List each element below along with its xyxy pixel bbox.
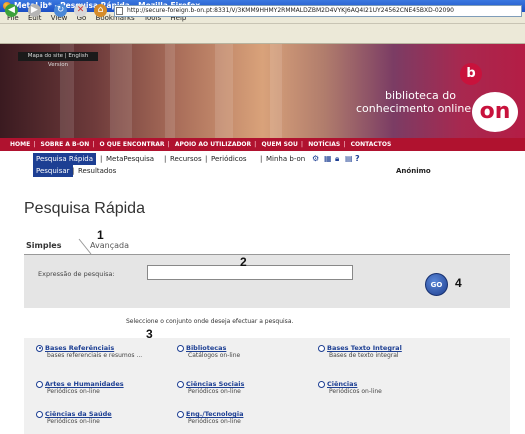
option-desc: Periódicos on-line (47, 418, 100, 425)
option-title[interactable]: Bases Texto Integral (327, 344, 402, 352)
tab-avancada[interactable]: Avançada (90, 241, 129, 250)
option-desc: Periódicos on-line (188, 418, 241, 425)
nav-apoio[interactable]: APOIO AO UTILIZADOR (175, 141, 251, 148)
radio-icon[interactable] (177, 344, 184, 352)
b-on-logo-on: on (472, 92, 518, 132)
navigation-toolbar (0, 24, 525, 44)
option-ciencias[interactable]: Ciências Periódicos on-line (318, 380, 468, 395)
marker-1: 1 (97, 228, 104, 242)
option-title[interactable]: Ciências Sociais (186, 380, 244, 388)
option-desc: Periódicos on-line (329, 388, 382, 395)
sub-nav: Pesquisa Rápida | MetaPesquisa | Recurso… (0, 153, 525, 165)
radio-icon[interactable] (36, 380, 43, 388)
nav-home[interactable]: HOME (10, 141, 30, 148)
subnav-separator: | (72, 167, 75, 175)
page-icon (116, 7, 123, 15)
radio-icon[interactable] (36, 410, 43, 418)
option-desc: Catálogos on-line (188, 352, 241, 359)
main-nav: HOME | SOBRE A B-ON | O QUE ENCONTRAR | APO… (0, 138, 525, 151)
user-name: Anónimo (396, 167, 431, 175)
help-icon[interactable]: ? (355, 153, 360, 165)
subnav-metapesquisa[interactable]: MetaPesquisa (106, 153, 154, 165)
select-prompt: Seleccione o conjunto onde deseja efectu… (126, 318, 294, 325)
forward-arrow-icon[interactable]: ▶ (28, 4, 41, 17)
radio-icon[interactable] (318, 380, 325, 388)
option-title[interactable]: Bibliotecas (186, 344, 226, 352)
radio-icon[interactable] (177, 380, 184, 388)
radio-icon[interactable] (318, 344, 325, 352)
option-ciencias-saude[interactable]: Ciências da Saúde Periódicos on-line (36, 410, 186, 425)
option-title[interactable]: Artes e Humanidades (45, 380, 124, 388)
sub-nav-2: Pesquisar | Resultados Anónimo (0, 165, 525, 177)
option-desc: bases referenciais e resumos ... (47, 352, 143, 359)
lock-icon[interactable]: 🔒︎ (335, 153, 339, 165)
nav-noticias[interactable]: NOTÍCIAS (308, 141, 340, 148)
option-eng-tecnologia[interactable]: Eng./Tecnologia Periódicos on-line (177, 410, 327, 425)
nav-o-que-encontrar[interactable]: O QUE ENCONTRAR (100, 141, 165, 148)
b-on-logo-b: b (460, 63, 482, 85)
search-input[interactable] (147, 265, 353, 280)
logo-line1: biblioteca do (385, 89, 456, 102)
tab-simples[interactable]: Simples (26, 241, 62, 250)
subnav-resultados[interactable]: Resultados (78, 165, 116, 177)
sitemap-language-link[interactable]: Mapa do site | English Version (18, 52, 98, 68)
page-title: Pesquisa Rápida (24, 200, 145, 217)
option-ciencias-sociais[interactable]: Ciências Sociais Periódicos on-line (177, 380, 327, 395)
option-title[interactable]: Ciências da Saúde (45, 410, 112, 418)
basket-icon[interactable]: ▤ (345, 153, 353, 165)
option-title[interactable]: Eng./Tecnologia (186, 410, 243, 418)
radio-icon[interactable] (177, 410, 184, 418)
options-panel: Bases Referênciais bases referenciais e … (24, 338, 510, 434)
go-button[interactable]: GO (425, 273, 448, 296)
subnav-separator: | (205, 155, 208, 163)
option-title[interactable]: Ciências (327, 380, 357, 388)
subnav-separator: | (260, 155, 263, 163)
option-desc: Bases de texto integral (329, 352, 399, 359)
preferences-icon[interactable]: ⚙ (312, 153, 319, 165)
subnav-minha-bon[interactable]: Minha b-on (266, 153, 305, 165)
subnav-separator: | (100, 155, 103, 163)
search-label: Expressão de pesquisa: (38, 270, 115, 278)
option-desc: Periódicos on-line (188, 388, 241, 395)
subnav-pesquisar[interactable]: Pesquisar (33, 165, 73, 177)
back-arrow-icon[interactable]: ◀ (5, 4, 18, 17)
logo-line2: conhecimento online (356, 102, 472, 115)
nav-contactos[interactable]: CONTACTOS (351, 141, 392, 148)
stop-icon[interactable]: ✕ (74, 4, 87, 17)
nav-quem-sou[interactable]: QUEM SOU (261, 141, 297, 148)
subnav-separator: | (164, 155, 167, 163)
option-artes-humanidades[interactable]: Artes e Humanidades Periódicos on-line (36, 380, 186, 395)
subnav-pesquisa-rapida[interactable]: Pesquisa Rápida (33, 153, 97, 165)
option-desc: Periódicos on-line (47, 388, 100, 395)
marker-2: 2 (240, 255, 247, 269)
nav-sobre[interactable]: SOBRE A B-ON (41, 141, 90, 148)
radio-selected-icon[interactable] (36, 344, 43, 352)
option-bibliotecas[interactable]: Bibliotecas Catálogos on-line (177, 344, 327, 359)
marker-4: 4 (455, 276, 462, 290)
reload-icon[interactable]: ↻ (54, 4, 67, 17)
history-icon[interactable]: ▦ (324, 153, 332, 165)
option-bases-texto-integral[interactable]: Bases Texto Integral Bases de texto inte… (318, 344, 468, 359)
option-bases-referenciais[interactable]: Bases Referênciais bases referenciais e … (36, 344, 186, 359)
home-icon[interactable]: ⌂ (94, 4, 107, 17)
subnav-recursos[interactable]: Recursos (170, 153, 202, 165)
option-title[interactable]: Bases Referênciais (45, 344, 114, 352)
url-bar[interactable]: http://secure-foreign.b-on.pt:8331/V/3KM… (114, 5, 522, 17)
subnav-periodicos[interactable]: Periódicos (211, 153, 247, 165)
